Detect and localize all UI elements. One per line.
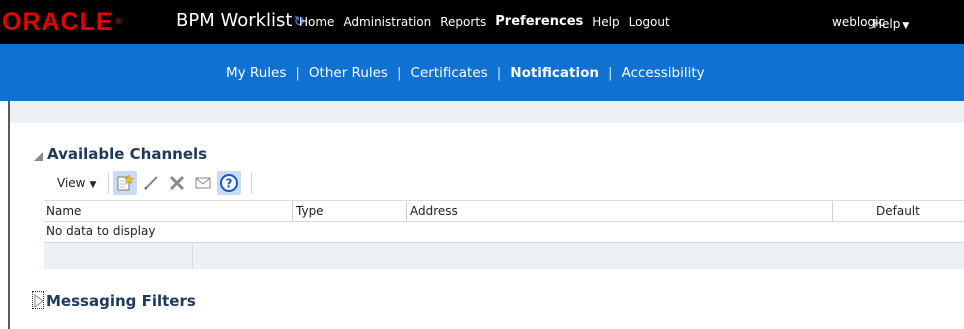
separator: | (295, 65, 300, 81)
help-icon[interactable]: ? (217, 171, 242, 195)
chevron-down-icon: ▼ (902, 21, 910, 31)
nav-help[interactable]: Help (592, 15, 619, 29)
global-nav: Home Administration Reports Preferences … (299, 14, 679, 29)
column-header-address[interactable]: Address (410, 204, 458, 218)
available-channels-header[interactable]: Available Channels (34, 145, 207, 163)
delete-icon[interactable] (165, 171, 189, 195)
content-left-border (8, 101, 10, 329)
nav-administration[interactable]: Administration (343, 15, 431, 29)
tab-notification[interactable]: Notification (510, 65, 599, 81)
column-header-name[interactable]: Name (46, 204, 81, 218)
tab-certificates[interactable]: Certificates (411, 65, 488, 81)
toolbar-divider (251, 172, 253, 194)
edit-icon[interactable] (139, 171, 163, 195)
content-top-band (10, 101, 964, 123)
top-bar: ORACLE ® BPM Worklist↻ Home Administratio… (0, 0, 964, 44)
column-header-default[interactable]: Default (876, 204, 920, 218)
section-title: Available Channels (47, 145, 208, 163)
separator: | (396, 65, 402, 81)
tab-other-rules[interactable]: Other Rules (309, 65, 388, 81)
collapse-triangle-icon[interactable] (34, 151, 43, 161)
toolbar-divider (108, 172, 110, 194)
tab-my-rules[interactable]: My Rules (226, 65, 286, 81)
expand-triangle-icon[interactable] (34, 294, 44, 308)
nav-preferences[interactable]: Preferences (495, 14, 583, 29)
footer-divider (192, 243, 193, 269)
email-icon[interactable] (191, 171, 215, 195)
preferences-subnav: My Rules | Other Rules | Certificates | … (0, 44, 964, 101)
nav-logout[interactable]: Logout (629, 15, 670, 29)
tab-accessibility[interactable]: Accessibility (622, 65, 705, 81)
oracle-logo: ORACLE ® (2, 8, 122, 36)
view-menu-button[interactable]: View ▼ (57, 176, 96, 190)
messaging-filters-header[interactable]: Messaging Filters (34, 292, 196, 310)
section-title: Messaging Filters (46, 292, 196, 310)
nav-reports[interactable]: Reports (440, 15, 486, 29)
column-divider (292, 201, 293, 221)
app-title: BPM Worklist↻ (176, 10, 306, 31)
column-header-type[interactable]: Type (296, 204, 324, 218)
empty-table-message: No data to display (46, 224, 156, 238)
column-divider (406, 201, 407, 221)
table-header: Name Type Address Default (44, 201, 964, 222)
nav-home[interactable]: Home (299, 15, 334, 29)
separator: | (496, 65, 502, 81)
separator: | (608, 65, 613, 81)
create-icon[interactable] (113, 171, 138, 195)
help-menu-button[interactable]: Help ▼ (873, 17, 909, 31)
channels-toolbar: View ▼ ? (44, 166, 964, 201)
svg-text:?: ? (226, 177, 233, 191)
table-footer (44, 242, 964, 269)
chevron-down-icon: ▼ (89, 180, 97, 190)
column-divider (832, 201, 833, 221)
